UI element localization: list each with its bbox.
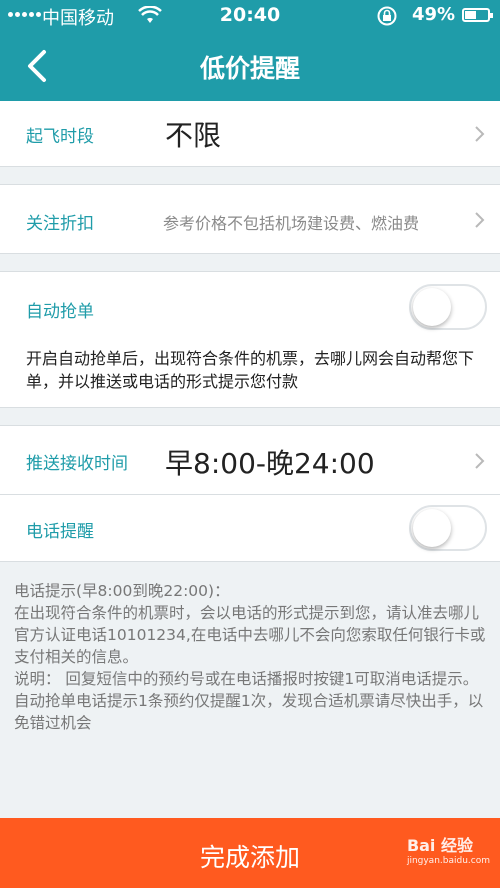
toggle-knob: [413, 509, 451, 547]
auto-grab-label: 自动抢单: [26, 302, 94, 322]
info-line: 电话提示(早8:00到晚22:00)：: [14, 582, 230, 600]
chevron-right-icon: [475, 453, 485, 469]
baidu-jingyan-watermark: Bai 经验 jingyan.baidu.com: [407, 832, 490, 866]
departure-period-value: 不限: [165, 119, 222, 152]
departure-period-label: 起飞时段: [26, 127, 94, 147]
auto-grab-toggle[interactable]: [409, 284, 487, 330]
discount-row[interactable]: 关注折扣 参考价格不包括机场建设费、燃油费: [0, 184, 500, 254]
info-line: 自动抢单电话提示1条预约仅提醒1次，发现合适机票请尽快出手，以免错过机会: [14, 692, 484, 732]
watermark-brand: Bai 经验: [406, 836, 473, 855]
phone-reminder-row: 电话提醒: [0, 495, 500, 562]
battery-icon: [462, 8, 493, 22]
rotation-lock-icon: [377, 6, 397, 26]
nav-bar: 低价提醒: [0, 31, 500, 101]
battery-percent: 49%: [412, 4, 456, 25]
push-time-row[interactable]: 推送接收时间 早8:00-晚24:00: [0, 425, 500, 495]
complete-add-button[interactable]: 完成添加 Bai 经验 jingyan.baidu.com: [0, 818, 500, 888]
page-title: 低价提醒: [199, 54, 300, 83]
watermark-url: jingyan.baidu.com: [406, 856, 490, 866]
phone-info-notes: 电话提示(早8:00到晚22:00)： 在出现符合条件的机票时，会以电话的形式提…: [14, 580, 489, 734]
chevron-right-icon: [475, 126, 485, 142]
phone-reminder-label: 电话提醒: [26, 522, 94, 542]
push-time-value: 早8:00-晚24:00: [165, 447, 375, 480]
auto-grab-description: 开启自动抢单后，出现符合条件的机票，去哪儿网会自动帮您下单，并以推送或电话的形式…: [26, 349, 475, 391]
phone-reminder-toggle[interactable]: [409, 505, 487, 551]
chevron-right-icon: [475, 212, 485, 228]
info-line: 说明： 回复短信中的预约号或在电话播报时按键1可取消电话提示。: [14, 670, 479, 688]
departure-period-row[interactable]: 起飞时段 不限: [0, 101, 500, 167]
info-line: 在出现符合条件的机票时，会以电话的形式提示到您，请认准去哪儿官方认证电话1010…: [14, 604, 486, 666]
discount-value: 参考价格不包括机场建设费、燃油费: [163, 214, 420, 233]
status-bar: 中国移动 20:40 49%: [0, 0, 500, 31]
push-time-label: 推送接收时间: [26, 454, 128, 474]
auto-grab-section: 自动抢单 开启自动抢单后，出现符合条件的机票，去哪儿网会自动帮您下单，并以推送或…: [0, 271, 500, 408]
toggle-knob: [413, 288, 451, 326]
discount-label: 关注折扣: [26, 214, 94, 234]
